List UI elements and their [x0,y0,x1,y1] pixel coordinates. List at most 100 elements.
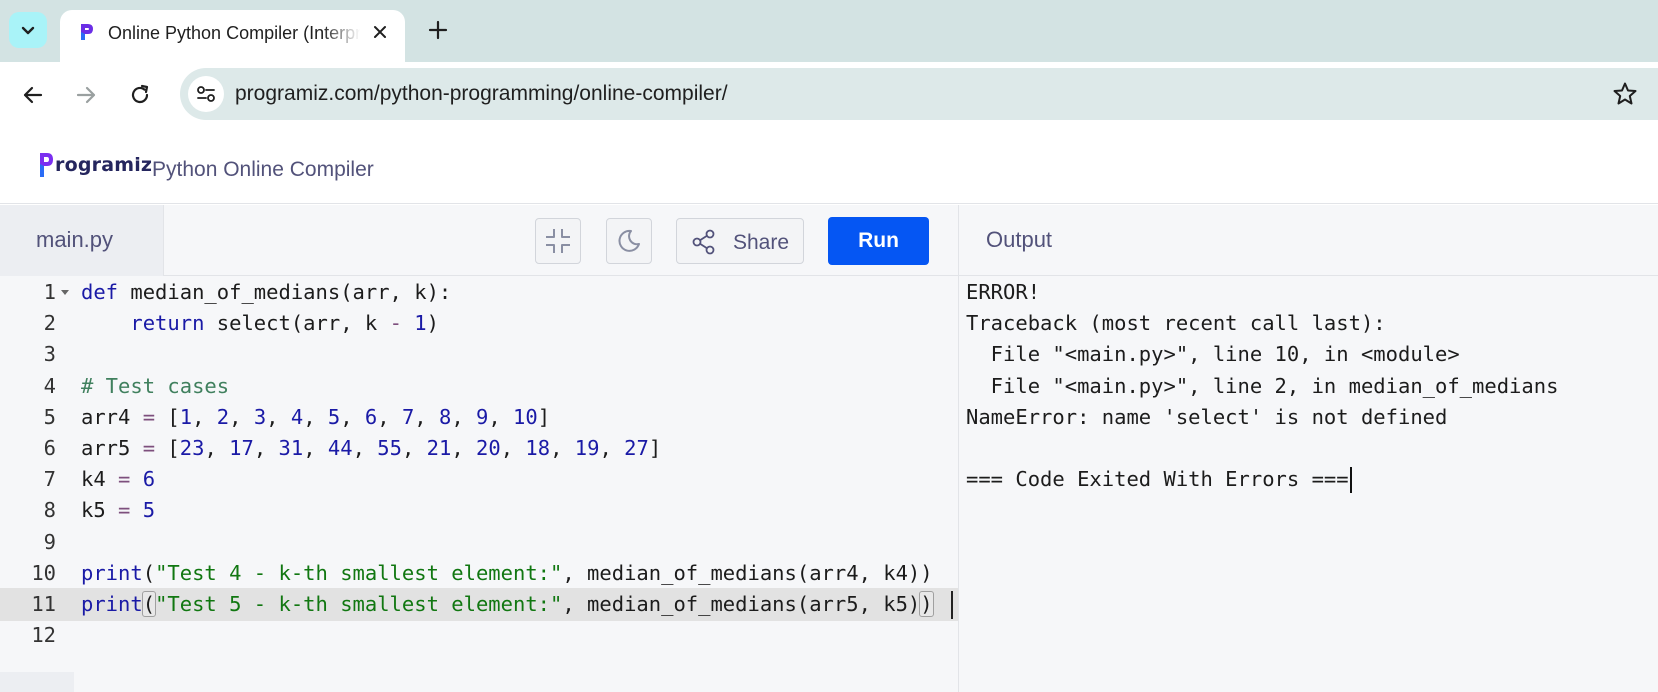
chevron-down-icon [21,26,35,35]
output-text: NameError: name 'select' is not defined [966,404,1448,429]
code-line[interactable]: 6 arr5 = [23, 17, 31, 44, 55, 21, 20, 18,… [0,432,958,465]
code-token: 9 [476,404,489,429]
code-token: , [488,404,514,429]
forward-icon [76,86,96,104]
address-bar[interactable]: programiz.com/python-programming/online-… [180,68,1658,120]
browser-toolbar: programiz.com/python-programming/online-… [0,62,1658,128]
code-token: 23 [179,436,205,460]
dark-mode-icon [618,229,640,252]
code-token: - [389,311,402,336]
code-token: 10 [513,404,538,429]
code-token: , [266,404,291,429]
forward-button[interactable] [68,77,104,113]
code-token: 17 [229,436,254,460]
close-icon [374,26,386,38]
code-token: ] [537,404,551,429]
tab-title: Online Python Compiler (Interpreter) - P… [108,23,360,43]
text-cursor [951,591,953,619]
code-token: , [414,404,439,429]
output-title: Output [986,227,1053,252]
code-token: select(arr, k [204,311,390,336]
dark-mode-button[interactable] [606,218,652,264]
code-line[interactable]: 8 k5 = 5 [0,494,958,527]
programiz-logo[interactable]: rogramiz [38,150,152,180]
output-text: File "<main.py>", line 2, in median_of_m… [966,373,1559,398]
output-text: File "<main.py>", line 10, in <module> [966,342,1460,367]
code-line[interactable]: 1 def median_of_medians(arr, k): [0,276,958,309]
url-text[interactable]: programiz.com/python-programming/online-… [235,82,728,106]
code-token: , [599,436,625,460]
code-line[interactable]: 4 # Test cases [0,370,958,403]
code-token: 31 [278,436,304,460]
output-console: ERROR! Traceback (most recent call last):… [959,276,1658,692]
code-token: 44 [327,436,353,460]
code-token: 18 [525,436,551,460]
tab-search-button[interactable] [9,12,47,48]
programiz-favicon-icon [81,24,93,40]
line-number: 8 [43,498,56,523]
code-token: arr4 [81,404,143,429]
line-number: 5 [43,404,56,429]
code-token: , [192,404,217,429]
code-token: 8 [438,404,452,429]
fold-arrow-icon[interactable] [61,290,69,295]
line-number: 4 [43,373,56,398]
star-icon[interactable] [1612,81,1638,107]
code-line[interactable]: 11 print("Test 5 - k-th smallest element:… [0,588,958,621]
code-token: 19 [574,436,600,460]
code-line[interactable]: 12 [0,619,958,652]
code-token: = [118,498,131,523]
minimize-button[interactable] [535,218,581,264]
line-number: 10 [31,560,56,585]
code-editor[interactable]: 1 def median_of_medians(arr, k): 2 return … [0,276,958,692]
line-number: 2 [43,311,56,336]
code-token: 6 [142,467,156,492]
browser-tab[interactable]: Online Python Compiler (Interpreter) - P… [60,10,405,62]
back-button[interactable] [15,77,51,113]
code-token: = [118,467,131,492]
line-number: 1 [43,280,56,304]
output-line: NameError: name 'select' is not defined [966,401,1447,434]
code-text: k5 = 5 [81,498,155,522]
code-line[interactable]: 9 [0,526,958,559]
code-token: ) [919,591,934,617]
code-token: arr5 [81,436,143,460]
code-line[interactable]: 7 k4 = 6 [0,463,958,496]
code-text: def median_of_medians(arr, k): [81,280,451,304]
code-token: , [204,436,230,460]
reload-button[interactable] [122,77,158,113]
code-token: , [352,436,378,460]
line-number: 12 [31,623,56,648]
code-line[interactable]: 10 print("Test 4 - k-th smallest element:… [0,557,958,590]
line-number: 11 [31,592,56,616]
code-line[interactable]: 5 arr4 = [1, 2, 3, 4, 5, 6, 7, 8, 9, 10] [0,401,958,434]
line-number: 7 [43,467,56,492]
code-token: print [81,592,143,616]
run-button[interactable]: Run [828,217,929,265]
output-text: Traceback (most recent call last): [966,311,1386,336]
site-header: rogramiz Python Online Compiler [0,128,1658,204]
code-line[interactable]: 2 return select(arr, k - 1) [0,307,958,340]
plus-icon [428,20,448,40]
code-token: ] [648,436,662,460]
code-token: 6 [364,404,378,429]
editor-toolbar: main.py Share Run [0,205,958,277]
new-tab-button[interactable] [424,16,452,44]
code-line[interactable]: 3 [0,338,958,371]
share-button[interactable]: Share [676,218,804,264]
code-token: print [81,560,143,585]
output-line: File "<main.py>", line 10, in <module> [966,338,1460,371]
tab-close-button[interactable] [368,20,392,44]
gutter [0,672,74,692]
code-token: , median_of_medians(arr4, k4)) [562,560,933,585]
site-info-button[interactable] [188,76,224,112]
code-token: [ [155,404,180,429]
code-token: median_of_medians(arr, k): [118,280,452,304]
page-title: Python Online Compiler [152,158,374,181]
file-tab-main[interactable]: main.py [0,205,164,277]
output-line: File "<main.py>", line 2, in median_of_m… [966,370,1559,403]
line-number: 3 [43,342,56,367]
code-text: k4 = 6 [81,467,155,491]
